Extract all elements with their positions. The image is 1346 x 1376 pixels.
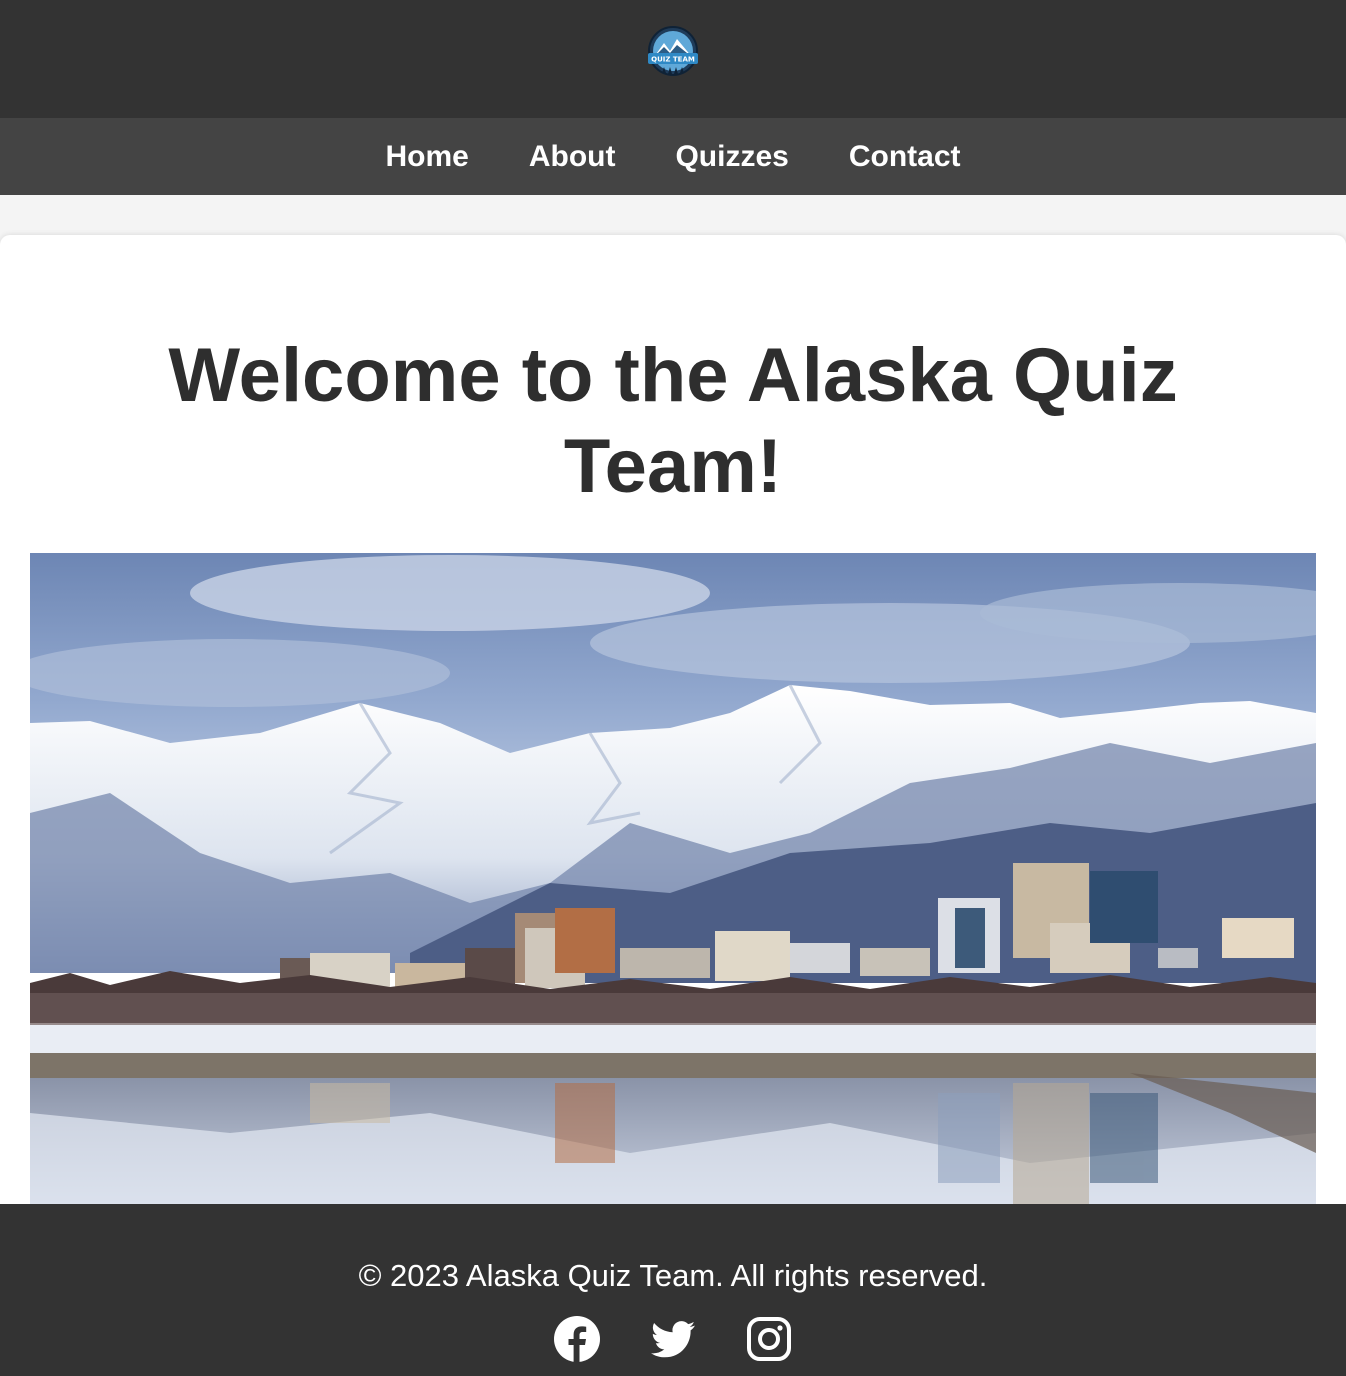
nav-about[interactable]: About <box>499 118 646 195</box>
main-nav: Home About Quizzes Contact <box>0 118 1346 195</box>
twitter-link[interactable] <box>650 1316 696 1362</box>
instagram-link[interactable] <box>746 1316 792 1362</box>
nav-home[interactable]: Home <box>355 118 498 195</box>
page-title: Welcome to the Alaska Quiz Team! <box>168 333 1178 509</box>
nav-quizzes[interactable]: Quizzes <box>645 118 818 195</box>
anchorage-skyline-image <box>30 553 1316 1204</box>
instagram-icon <box>747 1317 791 1361</box>
site-logo[interactable]: QUIZ TEAM <box>644 25 702 88</box>
twitter-icon <box>651 1321 695 1358</box>
facebook-link[interactable] <box>554 1316 600 1362</box>
hero-image <box>30 553 1316 1204</box>
mountain-badge-logo-icon: QUIZ TEAM <box>648 25 698 76</box>
logo-text: QUIZ TEAM <box>651 55 695 63</box>
copyright-text: © 2023 Alaska Quiz Team. All rights rese… <box>358 1258 988 1293</box>
social-links <box>0 1316 1346 1362</box>
nav-contact[interactable]: Contact <box>819 118 991 195</box>
site-header: QUIZ TEAM <box>0 0 1346 118</box>
site-footer: © 2023 Alaska Quiz Team. All rights rese… <box>0 1204 1346 1376</box>
facebook-icon <box>554 1316 600 1362</box>
